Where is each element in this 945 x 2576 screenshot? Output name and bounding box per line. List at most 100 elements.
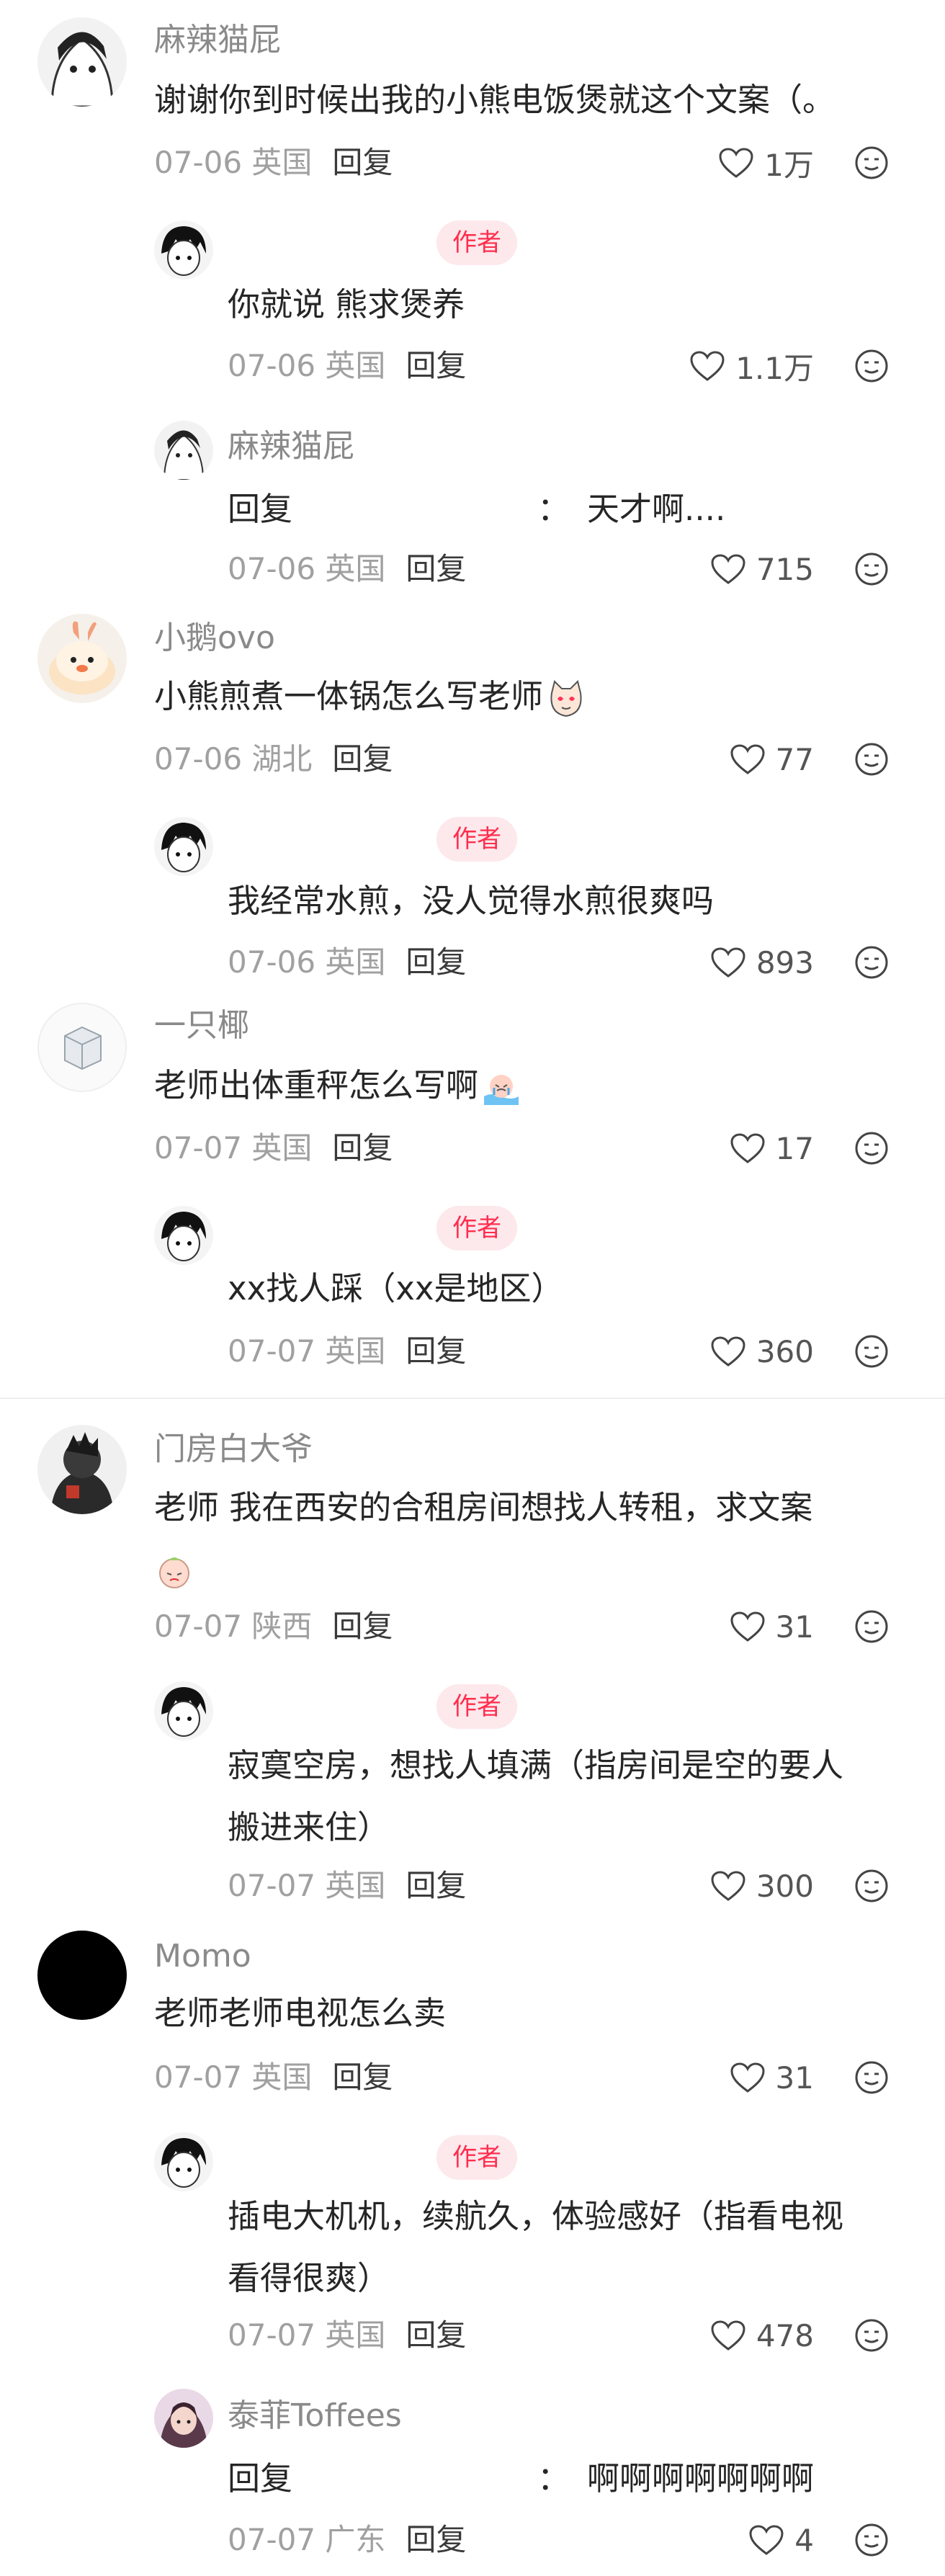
- emoji-reaction-icon[interactable]: [854, 2060, 889, 2095]
- username[interactable]: 泰菲Toffees: [228, 2396, 402, 2436]
- comment-region: 陕西: [251, 1609, 313, 1644]
- user-avatar[interactable]: [37, 1003, 127, 1092]
- username[interactable]: Momo: [154, 1936, 251, 1977]
- comment-date: 07-07: [228, 1868, 316, 1903]
- comment-text: 我经常水煎，没人觉得水煎很爽吗: [228, 882, 715, 920]
- comment-region: 英国: [251, 145, 313, 180]
- reply-button[interactable]: 回复: [332, 2060, 393, 2095]
- comment-text: 回复：啊啊啊啊啊啊啊: [228, 2459, 815, 2497]
- heart-icon: [730, 744, 765, 774]
- author-tag: 作者: [436, 1206, 517, 1251]
- comment-text: 插电大机机，续航久，体验感好（指看电视 看得很爽）: [228, 2186, 843, 2309]
- comment-text: 老师 我在西安的合租房间想找人转租，求文案: [154, 1477, 889, 1601]
- heart-icon: [730, 1611, 765, 1642]
- user-avatar[interactable]: [37, 17, 127, 107]
- author-avatar[interactable]: [154, 817, 213, 876]
- comment-text-line: 看得很爽）: [228, 2259, 390, 2297]
- author-tag: 作者: [436, 2135, 517, 2180]
- comment-text-line: 搬进来住）: [228, 1808, 390, 1846]
- user-avatar[interactable]: [37, 1425, 127, 1514]
- reply-prefix: 回复: [228, 2459, 293, 2497]
- comment-text: 寂寞空房，想找人填满（指房间是空的要人 搬进来住）: [228, 1735, 843, 1859]
- reply-button[interactable]: 回复: [332, 741, 393, 777]
- emoji-reaction-icon[interactable]: [854, 945, 889, 980]
- comment-date: 07-07: [154, 2060, 243, 2095]
- comment-text-line: 寂寞空房，想找人填满（指房间是空的要人: [228, 1746, 844, 1784]
- emoji-reaction-icon[interactable]: [854, 1869, 889, 1903]
- emoji-reaction-icon[interactable]: [854, 2523, 889, 2557]
- username[interactable]: 小鹅ovo: [154, 618, 275, 658]
- reply-button[interactable]: 回复: [332, 1609, 393, 1644]
- author-avatar[interactable]: [154, 220, 213, 279]
- cat-heart-eyes-emoji-icon: [550, 680, 582, 717]
- author-tag: 作者: [436, 1684, 517, 1729]
- like-button[interactable]: 1.1万: [677, 344, 814, 388]
- like-button[interactable]: 17: [706, 1127, 814, 1170]
- comment-region: 英国: [251, 1130, 313, 1166]
- reply-prefix: 回复: [228, 490, 293, 528]
- comment-date: 07-07: [154, 1130, 243, 1166]
- comment-text-body: 老师出体重秤怎么写啊: [154, 1066, 479, 1104]
- author-avatar[interactable]: [154, 2132, 213, 2191]
- comment-meta: 07-07 陕西 回复: [154, 1606, 393, 1647]
- reply-button[interactable]: 回复: [406, 2522, 466, 2557]
- emoji-reaction-icon[interactable]: [854, 2318, 889, 2353]
- like-count: 360: [756, 1333, 814, 1369]
- like-button[interactable]: 715: [691, 547, 814, 591]
- comment-text-line: 插电大机机，续航久，体验感好（指看电视: [228, 2197, 844, 2235]
- reply-button[interactable]: 回复: [406, 2317, 466, 2353]
- comment-region: 英国: [325, 551, 386, 586]
- emoji-reaction-icon[interactable]: [854, 1609, 889, 1644]
- comment-date: 07-07: [228, 2522, 316, 2557]
- like-button[interactable]: 4: [713, 2518, 814, 2562]
- comment-text: 回复：天才啊....: [228, 490, 726, 528]
- reply-button[interactable]: 回复: [332, 1130, 393, 1166]
- reply-button[interactable]: 回复: [332, 145, 393, 180]
- like-button[interactable]: 77: [706, 738, 814, 781]
- comment-meta: 07-07 英国 回复: [228, 2315, 466, 2356]
- comment-meta: 07-07 英国 回复: [228, 1866, 466, 1906]
- emoji-reaction-icon[interactable]: [854, 552, 889, 586]
- like-button[interactable]: 478: [691, 2314, 814, 2357]
- like-button[interactable]: 31: [706, 2056, 814, 2099]
- like-button[interactable]: 300: [691, 1864, 814, 1908]
- emoji-reaction-icon[interactable]: [854, 146, 889, 180]
- username[interactable]: 门房白大爷: [154, 1429, 313, 1470]
- like-button[interactable]: 360: [691, 1330, 814, 1373]
- reply-button[interactable]: 回复: [406, 1868, 466, 1903]
- like-count: 1万: [764, 147, 814, 183]
- comment-text: 谢谢你到时候出我的小熊电饭煲就这个文案（。: [154, 81, 836, 119]
- author-avatar[interactable]: [154, 1206, 213, 1265]
- user-avatar[interactable]: [37, 1931, 127, 2020]
- username[interactable]: 麻辣猫屁: [154, 20, 281, 61]
- reply-button[interactable]: 回复: [406, 944, 466, 980]
- emoji-reaction-icon[interactable]: [854, 1334, 889, 1369]
- like-button[interactable]: 893: [691, 941, 814, 984]
- comment-date: 07-07: [228, 1333, 316, 1369]
- heart-icon: [690, 351, 725, 381]
- comment-text: 你就说 熊求煲养: [228, 285, 465, 323]
- reply-button[interactable]: 回复: [406, 551, 466, 586]
- emoji-reaction-icon[interactable]: [854, 1131, 889, 1166]
- crying-swimming-emoji-icon: [484, 1075, 519, 1105]
- emoji-reaction-icon[interactable]: [854, 742, 889, 777]
- reply-content: 天才啊....: [587, 490, 726, 528]
- heart-icon: [711, 1871, 745, 1901]
- user-avatar[interactable]: [37, 614, 127, 703]
- user-avatar[interactable]: [154, 421, 213, 480]
- reply-button[interactable]: 回复: [406, 348, 466, 383]
- username[interactable]: 麻辣猫屁: [228, 426, 354, 467]
- comment-region: 广东: [325, 2522, 386, 2557]
- like-button[interactable]: 1万: [706, 141, 814, 184]
- user-avatar[interactable]: [154, 2389, 213, 2448]
- author-avatar[interactable]: [154, 1681, 213, 1740]
- username[interactable]: 一只椰: [154, 1006, 249, 1046]
- comment-region: 英国: [325, 1868, 386, 1903]
- like-button[interactable]: 31: [706, 1605, 814, 1648]
- comment-date: 07-07: [228, 2317, 316, 2353]
- reply-button[interactable]: 回复: [406, 1333, 466, 1369]
- emoji-reaction-icon[interactable]: [854, 349, 889, 383]
- comment-region: 湖北: [251, 741, 313, 777]
- author-tag: 作者: [436, 817, 517, 862]
- like-count: 31: [775, 2060, 814, 2096]
